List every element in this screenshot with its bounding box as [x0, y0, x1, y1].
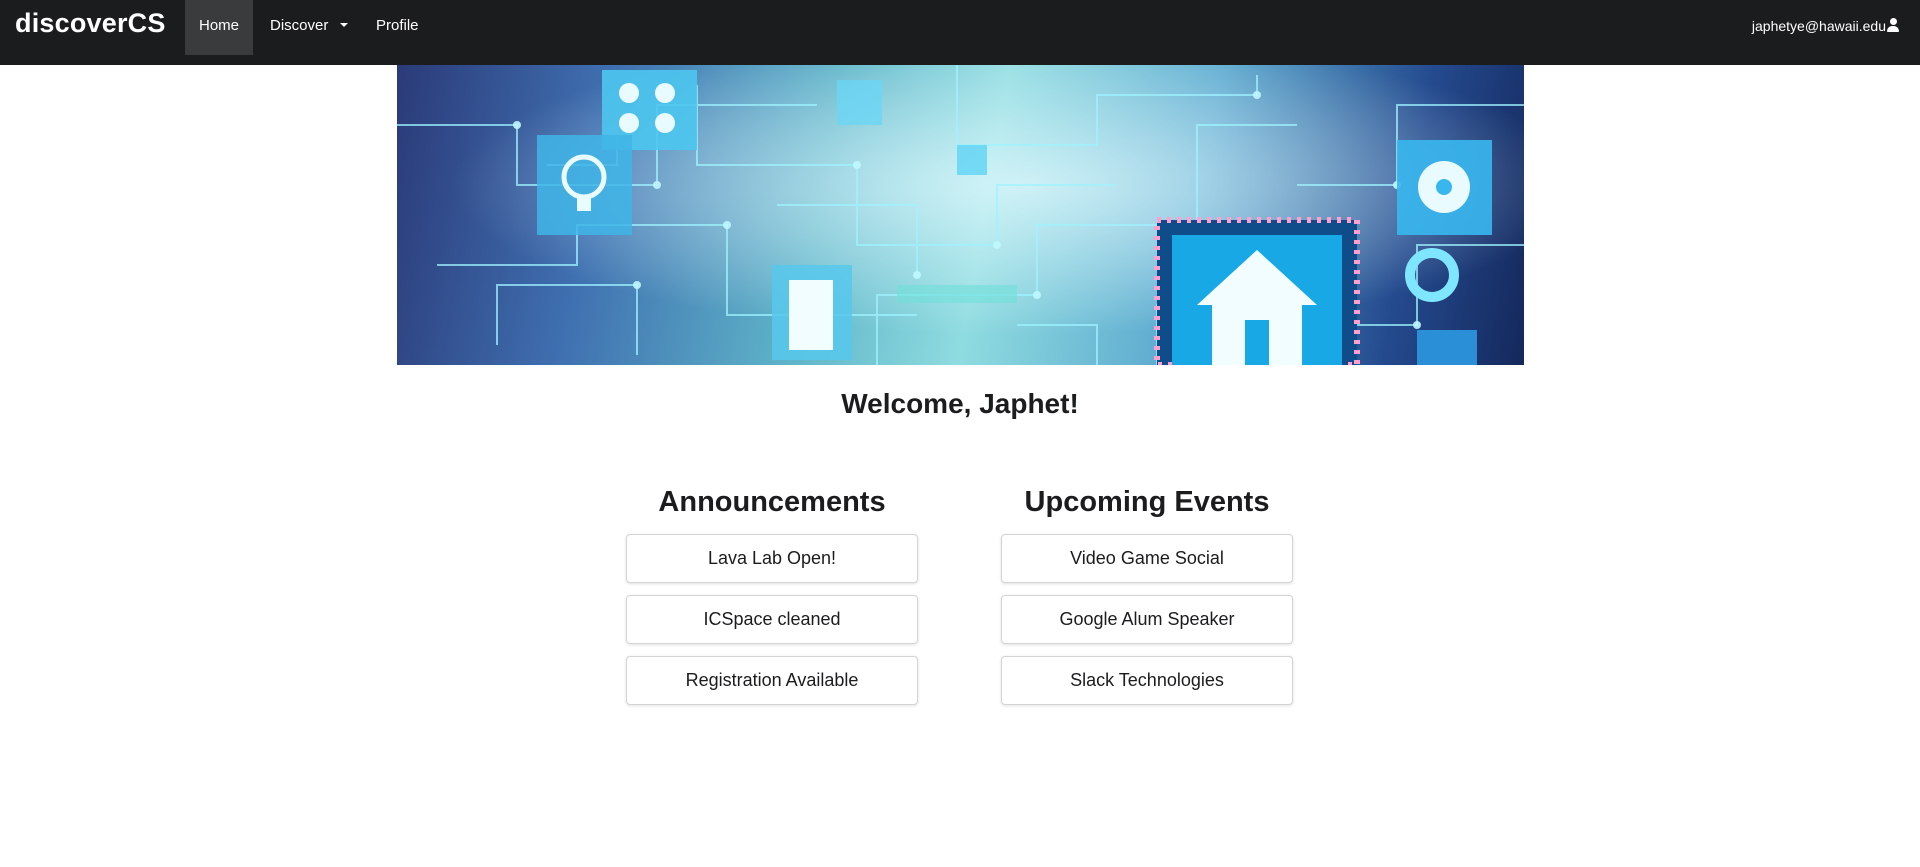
user-icon	[1886, 18, 1900, 33]
announcements-list: Lava Lab Open! ICSpace cleaned Registrat…	[626, 534, 918, 705]
nav-home[interactable]: Home	[185, 0, 253, 55]
event-card[interactable]: Slack Technologies	[1001, 656, 1293, 705]
events-column: Upcoming Events Video Game Social Google…	[1001, 484, 1293, 705]
user-menu[interactable]: japhetye@hawaii.edu	[1752, 0, 1900, 55]
announcement-card[interactable]: ICSpace cleaned	[626, 595, 918, 644]
welcome-heading: Welcome, Japhet!	[841, 388, 1079, 419]
brand-logo[interactable]: discoverCS	[15, 8, 166, 39]
circuit-board-illustration	[397, 65, 1524, 365]
announcements-title: Announcements	[658, 486, 886, 518]
user-email: japhetye@hawaii.edu	[1751, 18, 1886, 34]
announcement-card[interactable]: Registration Available	[626, 656, 918, 705]
event-card[interactable]: Video Game Social	[1001, 534, 1293, 583]
top-navbar: discoverCS Home Discover Profile japhety…	[0, 0, 1920, 65]
events-title: Upcoming Events	[1024, 486, 1270, 518]
announcement-card[interactable]: Lava Lab Open!	[626, 534, 918, 583]
nav-profile[interactable]: Profile	[360, 0, 435, 55]
hero-banner-image	[397, 65, 1524, 365]
event-card[interactable]: Google Alum Speaker	[1001, 595, 1293, 644]
announcements-column: Announcements Lava Lab Open! ICSpace cle…	[626, 484, 918, 705]
caret-down-icon	[340, 23, 349, 28]
events-list: Video Game Social Google Alum Speaker Sl…	[1001, 534, 1293, 705]
nav-discover-label: Discover	[270, 17, 329, 34]
nav-discover-dropdown[interactable]: Discover	[254, 0, 364, 55]
